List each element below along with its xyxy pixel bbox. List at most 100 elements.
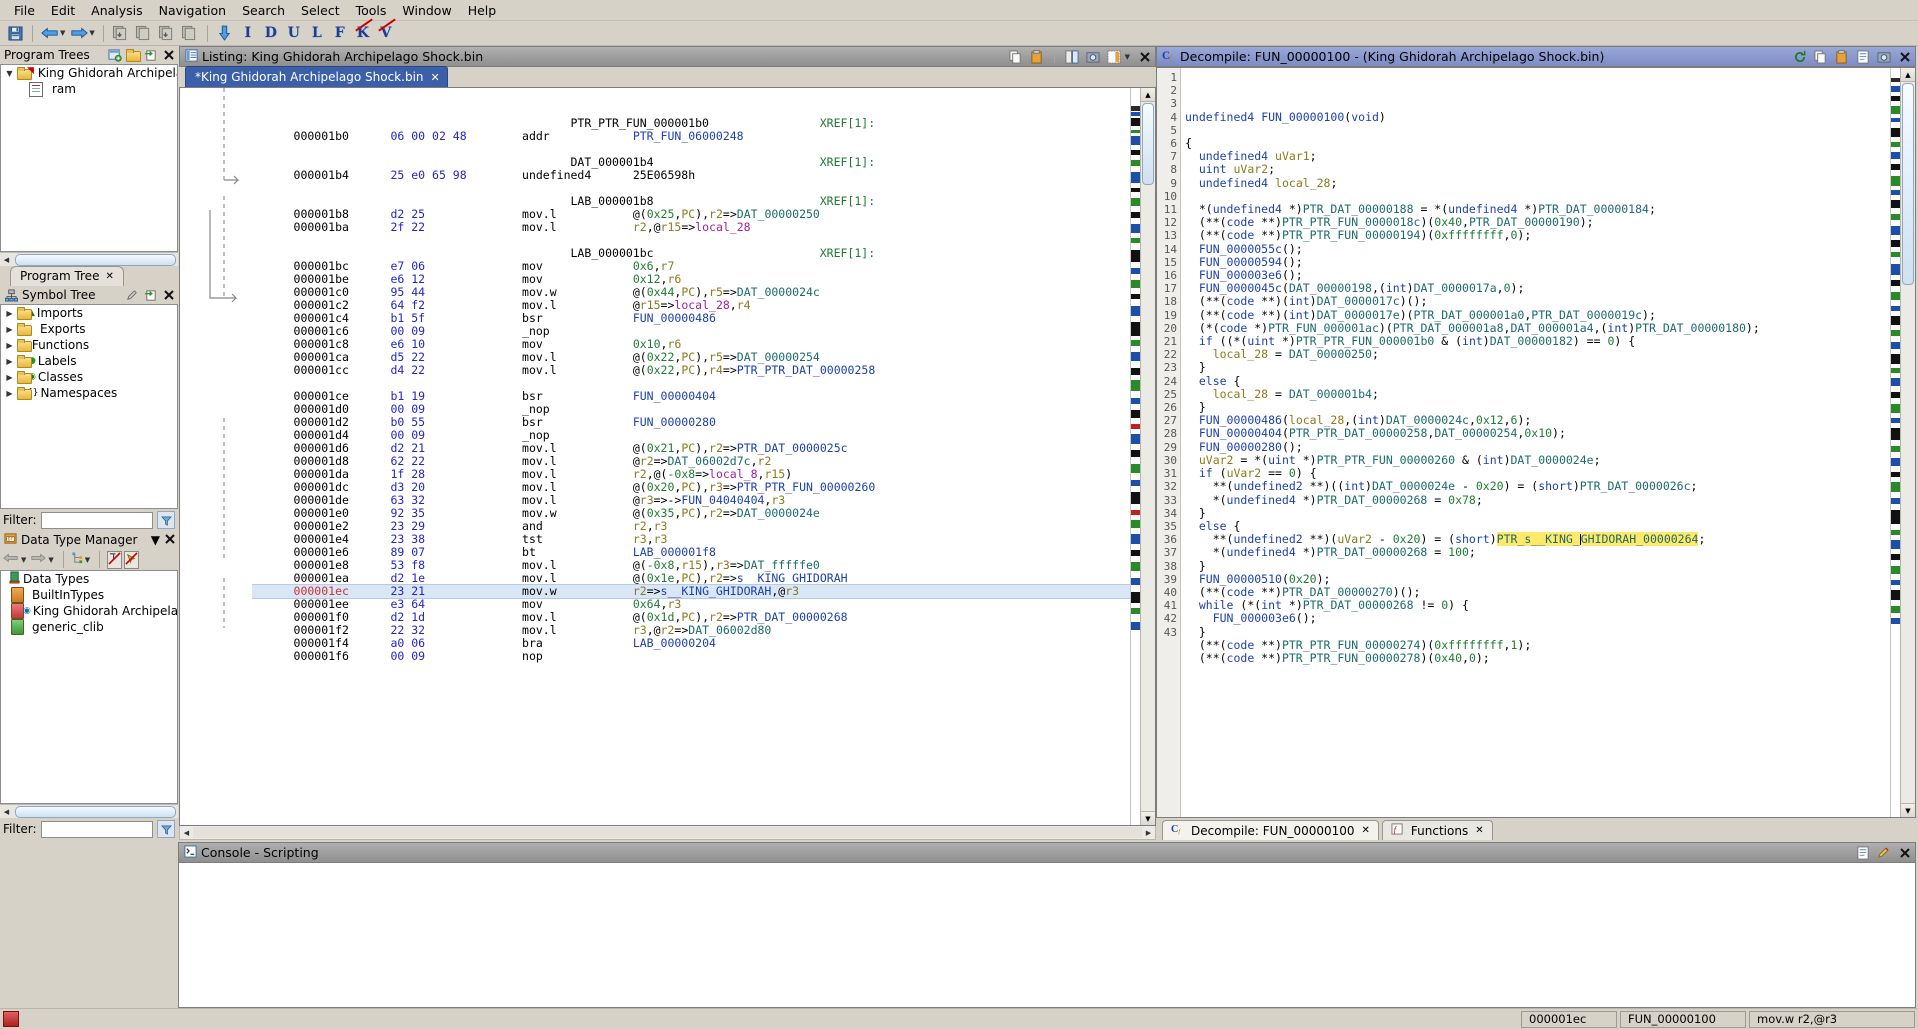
new-tree-icon[interactable] — [107, 48, 122, 63]
open-folder-icon[interactable] — [125, 48, 140, 63]
edit-symbol-icon[interactable] — [125, 288, 140, 303]
decompiler-line[interactable]: local_28 = DAT_000001b4; — [1185, 388, 1890, 401]
listing-content[interactable]: PTR_PTR_FUN_000001b0 XREF[1]: 000001b0 0… — [252, 88, 1130, 825]
paste-icon[interactable] — [1028, 49, 1045, 65]
dtm-tree-dropdown-icon[interactable]: ▼ — [85, 556, 90, 564]
tab-close-icon[interactable]: ✕ — [1362, 825, 1370, 836]
snapshot-icon[interactable] — [1875, 49, 1892, 65]
export-symbols-icon[interactable] — [143, 288, 158, 303]
dtm-forward-dropdown-icon[interactable]: ▼ — [48, 556, 53, 564]
snapshot-icon-4[interactable] — [179, 23, 201, 44]
dtm-item-generic-clib[interactable]: generic_clib — [1, 619, 177, 635]
symbol-tree-item-functions[interactable]: ▶ f Functions — [1, 337, 177, 353]
symbol-tree-item-labels[interactable]: ▶ ● Labels — [1, 353, 177, 369]
data-letter-icon[interactable]: D — [260, 23, 282, 44]
export-tree-icon[interactable] — [143, 48, 158, 63]
listing-code-row[interactable]: 000001cc d4 22 mov.l @(0x22,PC),r4=>PTR_… — [252, 364, 1130, 377]
dtm-back-dropdown-icon[interactable]: ▼ — [21, 556, 26, 564]
program-trees-hscrollbar[interactable]: ◀ — [0, 252, 178, 266]
symbol-tree-item-imports[interactable]: ▶ ▲ Imports — [1, 305, 177, 321]
listing-document-tab[interactable]: *King Ghidorah Archipelago Shock.bin ✕ — [185, 66, 448, 87]
menu-navigation[interactable]: Navigation — [151, 1, 234, 20]
snapshot-icon-1[interactable] — [110, 23, 132, 44]
console-clear-icon[interactable] — [1854, 845, 1871, 861]
decompiler-line[interactable]: } — [1185, 507, 1890, 520]
decompiler-line[interactable]: FUN_0000055c(); — [1185, 243, 1890, 256]
tree-node-root[interactable]: ▼ ◥ King Ghidorah Archipelago Shock.bin — [1, 65, 177, 81]
close-icon[interactable] — [1896, 845, 1913, 861]
no-k-letter-icon[interactable]: K — [352, 23, 374, 44]
decompiler-line[interactable]: undefined4 FUN_00000100(void) — [1185, 111, 1890, 124]
scroll-left-icon[interactable]: ◀ — [180, 827, 193, 839]
close-icon[interactable] — [161, 288, 176, 303]
menu-select[interactable]: Select — [293, 1, 348, 20]
tab-close-icon[interactable]: ✕ — [1475, 825, 1483, 836]
collapse-arrow-icon[interactable]: ▶ — [4, 389, 15, 398]
forward-dropdown-icon[interactable]: ▼ — [89, 29, 94, 37]
decompiler-vscrollbar[interactable]: ▲ ▼ — [1900, 68, 1915, 817]
no-v-letter-icon[interactable]: V — [375, 23, 397, 44]
close-icon[interactable] — [1136, 49, 1153, 65]
listing-vscrollbar[interactable]: ▲ ▼ — [1140, 88, 1155, 825]
dtm-tree-icon[interactable] — [71, 552, 85, 568]
menu-help[interactable]: Help — [460, 1, 505, 20]
decompiler-line[interactable]: *(undefined4 *)PTR_DAT_00000268 = 100; — [1185, 546, 1890, 559]
tab-close-icon[interactable]: ✕ — [431, 71, 440, 84]
tab-functions[interactable]: f Functions ✕ — [1382, 820, 1493, 840]
scroll-thumb[interactable] — [15, 254, 176, 266]
copy-icon[interactable] — [1007, 49, 1024, 65]
save-icon[interactable] — [4, 23, 26, 44]
export-icon[interactable] — [1854, 49, 1871, 65]
decompiler-view[interactable]: 1234567891011121314151617181920212223242… — [1156, 67, 1916, 818]
dtm-hscrollbar[interactable]: ◀ — [0, 804, 178, 818]
panel-dropdown-icon[interactable]: ▼ — [1125, 53, 1130, 61]
scroll-thumb[interactable] — [1142, 103, 1154, 185]
menu-file[interactable]: File — [6, 1, 43, 20]
decompiler-line[interactable]: FUN_00000404(PTR_PTR_DAT_00000258,DAT_00… — [1185, 427, 1890, 440]
snapshot-icon-2[interactable] — [133, 23, 155, 44]
decompiler-overview-strip[interactable] — [1890, 68, 1900, 817]
decompiler-line[interactable]: } — [1185, 361, 1890, 374]
decompiler-line[interactable]: local_28 = DAT_00000250; — [1185, 348, 1890, 361]
scroll-up-icon[interactable]: ▲ — [1901, 68, 1915, 82]
close-icon[interactable] — [164, 533, 176, 548]
scroll-right-icon[interactable]: ▶ — [1142, 827, 1155, 839]
toggle-panel-icon[interactable] — [1106, 49, 1123, 65]
collapse-arrow-icon[interactable]: ▶ — [4, 309, 15, 318]
down-arrow-icon[interactable] — [214, 23, 236, 44]
expand-arrow-icon[interactable]: ▼ — [4, 69, 15, 78]
collapse-arrow-icon[interactable]: ▶ — [4, 357, 15, 366]
tab-program-tree[interactable]: Program Tree ✕ — [10, 266, 124, 286]
menu-edit[interactable]: Edit — [43, 1, 83, 20]
decompiler-line[interactable] — [1185, 124, 1890, 137]
undefined-letter-icon[interactable]: U — [283, 23, 305, 44]
collapse-arrow-icon[interactable]: ▶ — [4, 341, 15, 350]
menu-analysis[interactable]: Analysis — [83, 1, 151, 20]
back-arrow-icon[interactable] — [39, 23, 61, 44]
scroll-left-icon[interactable]: ◀ — [0, 806, 13, 818]
snapshot-icon[interactable] — [1085, 49, 1102, 65]
decompiler-line[interactable]: undefined4 local_28; — [1185, 177, 1890, 190]
symbol-tree-item-exports[interactable]: ▶ Exports — [1, 321, 177, 337]
symbol-tree-item-namespaces[interactable]: ▶ {} Namespaces — [1, 385, 177, 401]
listing-overview-strip[interactable] — [1130, 88, 1140, 825]
dtm-menu-icon[interactable]: ▼ — [151, 533, 160, 547]
listing-code-row[interactable]: 000001f6 00 09 nop — [252, 650, 1130, 663]
listing-code-row[interactable]: 000001ba 2f 22 mov.l r2,@r15=>local_28 — [252, 221, 1130, 234]
dtm-item-builtin[interactable]: BuiltInTypes — [1, 587, 177, 603]
listing-rows[interactable]: PTR_PTR_FUN_000001b0 XREF[1]: 000001b0 0… — [252, 117, 1130, 663]
snapshot-icon-3[interactable] — [156, 23, 178, 44]
scroll-left-icon[interactable]: ◀ — [0, 254, 13, 266]
function-letter-icon[interactable]: F — [329, 23, 351, 44]
copy-icon[interactable] — [1812, 49, 1829, 65]
menu-search[interactable]: Search — [234, 1, 293, 20]
decompiler-line[interactable]: FUN_000003e6(); — [1185, 612, 1890, 625]
scroll-thumb[interactable] — [1902, 83, 1914, 285]
decompiler-line[interactable]: (**(code **)PTR_PTR_FUN_00000194)(0xffff… — [1185, 229, 1890, 242]
scroll-down-icon[interactable]: ▼ — [1901, 803, 1915, 817]
menu-tools[interactable]: Tools — [348, 1, 395, 20]
scroll-thumb[interactable] — [15, 806, 176, 818]
paste-icon[interactable] — [1833, 49, 1850, 65]
dtm-forward-icon[interactable] — [30, 552, 48, 567]
collapse-arrow-icon[interactable]: ▶ — [4, 373, 15, 382]
